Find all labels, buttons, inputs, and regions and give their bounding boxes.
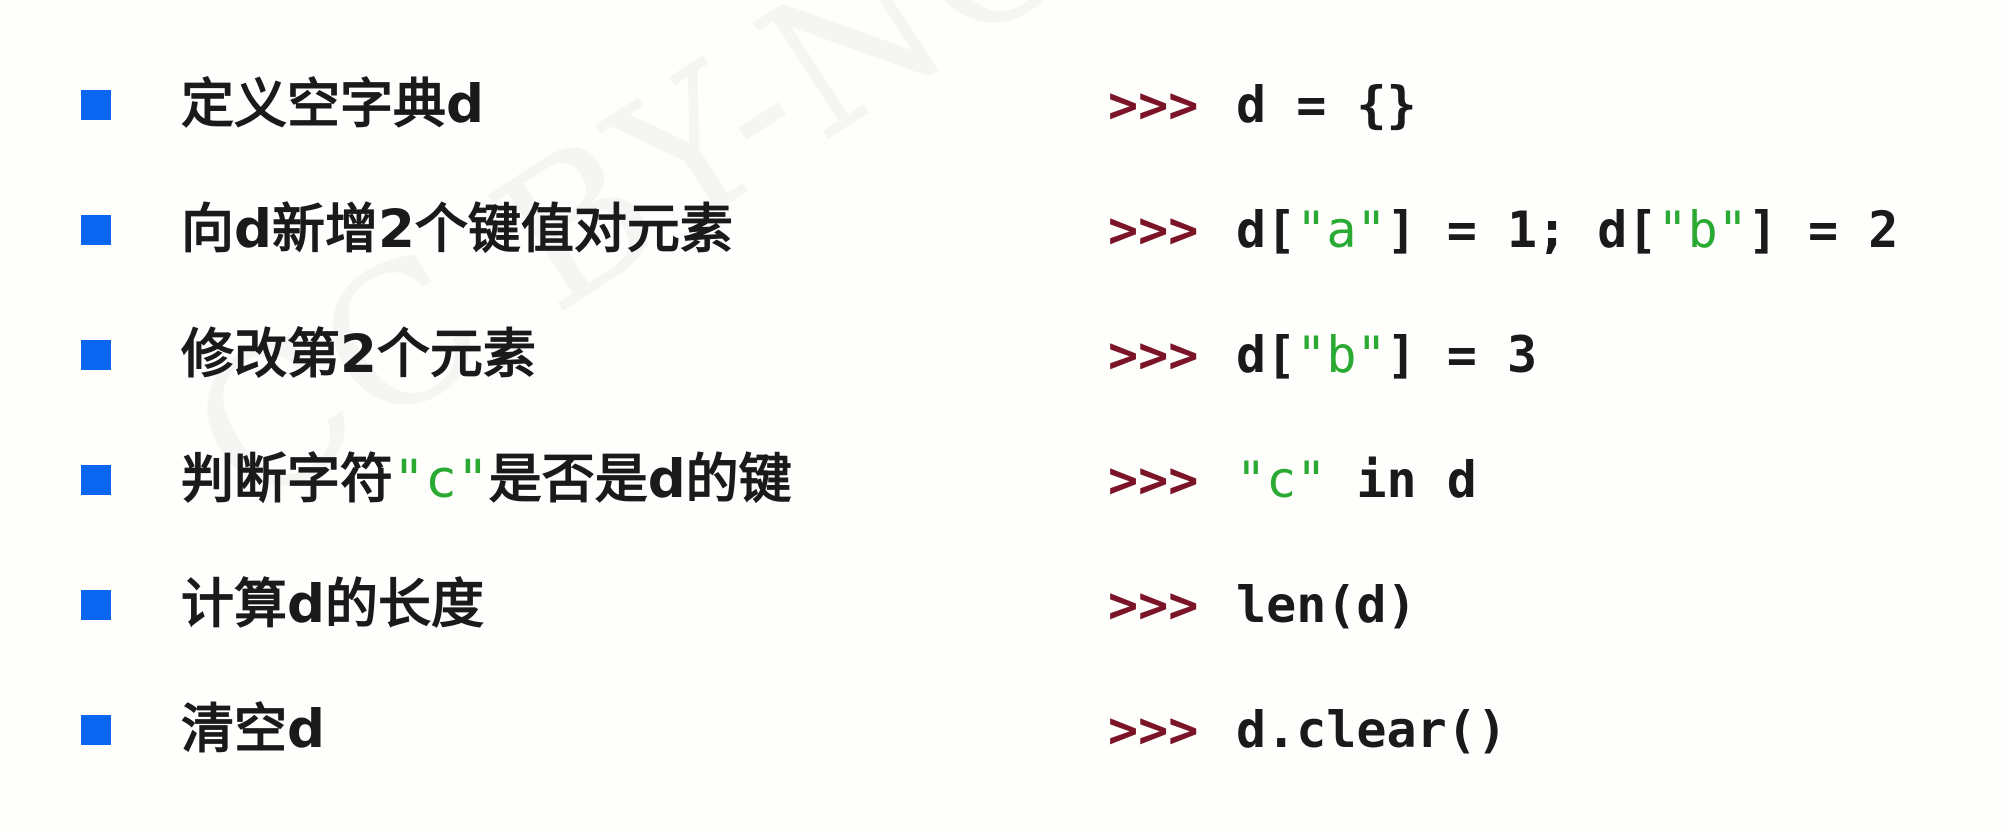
- square-bullet-icon: [81, 715, 111, 745]
- code-text: ] = 1; d[: [1386, 201, 1658, 259]
- square-bullet-icon: [81, 215, 111, 245]
- code-text: d[: [1236, 326, 1297, 384]
- code-text: in d: [1326, 451, 1477, 509]
- string-literal: "c": [393, 449, 489, 510]
- python-prompt: >>>: [1108, 201, 1199, 259]
- python-prompt: >>>: [1108, 326, 1199, 384]
- description-text: 计算d的长度: [181, 574, 484, 635]
- code-text: d.clear(): [1236, 701, 1507, 759]
- code-text: len(d): [1236, 576, 1417, 634]
- python-prompt: >>>: [1108, 76, 1199, 134]
- string-literal: "b": [1296, 326, 1387, 384]
- python-code: d["a"] = 1; d["b"] = 2: [1236, 200, 1898, 260]
- list-item: 向d新增2个键值对元素 >>> d["a"] = 1; d["b"] = 2: [0, 180, 2006, 280]
- square-bullet-icon: [81, 465, 111, 495]
- description-text: 向d新增2个键值对元素: [181, 199, 733, 260]
- python-code: "c" in d: [1236, 450, 1477, 510]
- python-prompt: >>>: [1108, 451, 1199, 509]
- description-text: 定义空字典d: [181, 74, 484, 135]
- square-bullet-icon: [81, 340, 111, 370]
- python-prompt: >>>: [1108, 701, 1199, 759]
- string-literal: "b": [1657, 201, 1748, 259]
- list-item: 计算d的长度 >>> len(d): [0, 555, 2006, 655]
- square-bullet-icon: [81, 90, 111, 120]
- operation-description: 向d新增2个键值对元素: [181, 198, 733, 262]
- square-bullet-icon: [81, 590, 111, 620]
- description-text: 是否是d的键: [488, 449, 792, 510]
- string-literal: "a": [1296, 201, 1387, 259]
- list-item: 判断字符"c"是否是d的键 >>> "c" in d: [0, 430, 2006, 530]
- list-item: 修改第2个元素 >>> d["b"] = 3: [0, 305, 2006, 405]
- list-item: 清空d >>> d.clear(): [0, 680, 2006, 780]
- python-code: d = {}: [1236, 75, 1417, 135]
- operation-description: 清空d: [181, 698, 325, 762]
- code-text: d = {}: [1236, 76, 1417, 134]
- operation-description: 计算d的长度: [181, 573, 484, 637]
- description-text: 判断字符: [181, 449, 393, 510]
- code-text: d[: [1236, 201, 1297, 259]
- code-text: ] = 3: [1386, 326, 1538, 384]
- python-code: d.clear(): [1236, 700, 1507, 760]
- operation-description: 定义空字典d: [181, 73, 484, 137]
- operation-description: 修改第2个元素: [181, 323, 536, 387]
- python-code: d["b"] = 3: [1236, 325, 1537, 385]
- description-text: 修改第2个元素: [181, 324, 536, 385]
- operation-description: 判断字符"c"是否是d的键: [181, 448, 792, 512]
- python-prompt: >>>: [1108, 576, 1199, 634]
- code-text: ] = 2: [1747, 201, 1899, 259]
- string-literal: "c": [1236, 451, 1327, 509]
- list-item: 定义空字典d >>> d = {}: [0, 55, 2006, 155]
- python-code: len(d): [1236, 575, 1417, 635]
- description-text: 清空d: [181, 699, 325, 760]
